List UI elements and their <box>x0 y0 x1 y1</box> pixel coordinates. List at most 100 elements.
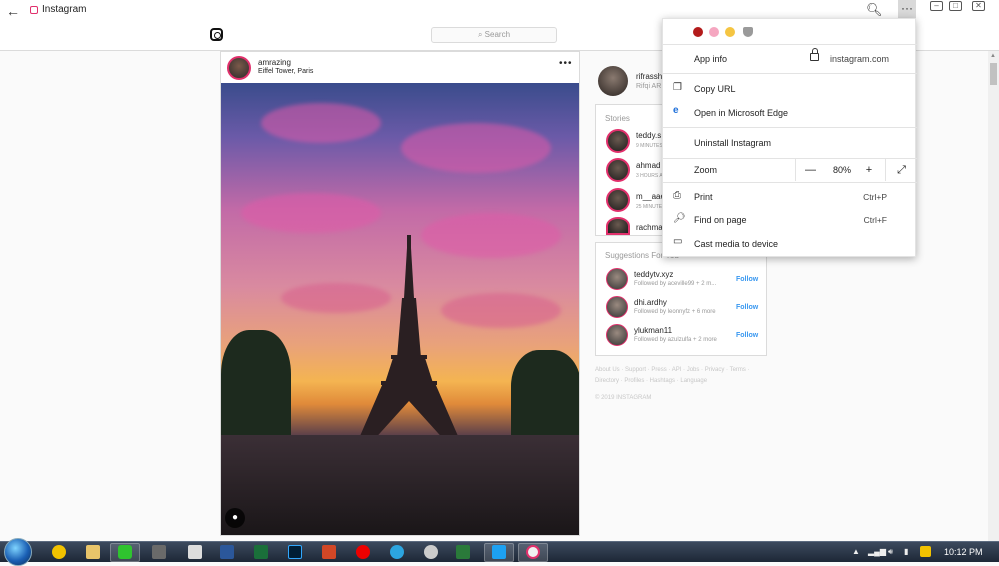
powerpoint-icon[interactable] <box>322 545 336 559</box>
suggestion-avatar[interactable] <box>606 296 628 318</box>
lock-icon <box>810 48 819 61</box>
suggestion-name[interactable]: teddytv.xyz <box>634 270 673 279</box>
notification-icon[interactable] <box>920 546 931 557</box>
story-avatar[interactable] <box>606 158 630 182</box>
edge-icon: e <box>673 105 679 116</box>
clapper-icon[interactable] <box>152 545 166 559</box>
follow-button[interactable]: Follow <box>736 304 758 311</box>
find-shortcut: Ctrl+F <box>863 215 887 225</box>
follow-button[interactable]: Follow <box>736 332 758 339</box>
smiley-extension-icon[interactable] <box>725 27 735 37</box>
file-explorer-icon[interactable] <box>86 545 100 559</box>
menu-separator <box>663 127 917 128</box>
page-scrollbar[interactable]: ▲ <box>988 51 999 541</box>
back-arrow-icon[interactable]: ← <box>6 3 20 19</box>
gray-shield-extension-icon[interactable] <box>743 27 753 37</box>
line-app-icon[interactable] <box>118 545 132 559</box>
post-author-avatar[interactable] <box>227 56 251 80</box>
restore-button[interactable]: □ <box>949 1 962 11</box>
remote-desktop-icon[interactable] <box>456 545 470 559</box>
word-icon[interactable] <box>220 545 234 559</box>
find-item[interactable]: Find on page <box>694 215 747 225</box>
post-more-icon[interactable]: ••• <box>559 58 573 69</box>
signal-icon[interactable]: ▂▄▆ <box>868 547 886 556</box>
suggestions-panel: Suggestions For You teddytv.xyz Followed… <box>595 242 767 356</box>
cast-item[interactable]: Cast media to device <box>694 239 778 249</box>
more-options-button[interactable]: ··· <box>898 0 916 20</box>
profile-username[interactable]: rifrassh <box>636 72 662 81</box>
instagram-taskbar-icon[interactable] <box>526 545 540 559</box>
instagram-favicon-icon <box>30 6 38 14</box>
stories-title: Stories <box>605 114 630 123</box>
print-shortcut: Ctrl+P <box>863 192 887 202</box>
clock[interactable]: 10:12 PM <box>944 547 983 557</box>
find-icon: 🔎︎ <box>673 213 686 224</box>
suggestion-name[interactable]: ylukman11 <box>634 326 672 335</box>
pink-extension-icon[interactable] <box>709 27 719 37</box>
crowd-image-region <box>221 435 579 535</box>
search-placeholder: Search <box>484 30 511 39</box>
battery-icon[interactable]: ▮ <box>904 547 908 556</box>
story-avatar[interactable] <box>606 129 630 153</box>
taskbar: ▲ ▂▄▆ 🔊︎ ▮ 10:12 PM <box>0 538 999 566</box>
suggestion-followed-by: Followed by aceville99 + 2 m... <box>634 281 717 287</box>
post-username[interactable]: amrazing <box>258 58 291 67</box>
scroll-thumb[interactable] <box>990 63 997 85</box>
opera-icon[interactable] <box>356 545 370 559</box>
zoom-label: Zoom <box>694 165 718 175</box>
suggestion-avatar[interactable] <box>606 268 628 290</box>
shield-extension-icon[interactable] <box>693 27 703 37</box>
app-info-item[interactable]: App info <box>694 54 727 64</box>
fullscreen-icon[interactable]: ⤢ <box>885 159 917 181</box>
open-edge-item[interactable]: Open in Microsoft Edge <box>694 108 788 118</box>
story-avatar[interactable] <box>606 188 630 212</box>
copy-url-item[interactable]: Copy URL <box>694 84 736 94</box>
site-domain: instagram.com <box>830 54 890 64</box>
zoom-in-button[interactable]: + <box>855 159 883 181</box>
minimize-button[interactable]: – <box>930 1 943 11</box>
volume-icon[interactable]: 🔊︎ <box>888 547 893 557</box>
telegram-icon[interactable] <box>390 545 404 559</box>
search-icon: ⌕ <box>477 30 485 39</box>
scroll-up-icon[interactable]: ▲ <box>990 53 996 59</box>
window-title: Instagram <box>42 4 87 15</box>
sync-icon[interactable] <box>424 545 438 559</box>
story-name[interactable]: m__aae <box>636 192 665 201</box>
post-image[interactable]: ● <box>221 83 579 535</box>
tagged-users-icon[interactable]: ● <box>225 508 245 528</box>
print-item[interactable]: Print <box>694 192 713 202</box>
suggestion-name[interactable]: dhi.ardhy <box>634 298 667 307</box>
fiddler-icon[interactable] <box>254 545 268 559</box>
follow-button[interactable]: Follow <box>736 276 758 283</box>
norton-icon[interactable] <box>52 545 66 559</box>
menu-separator <box>663 73 917 74</box>
copyright: © 2019 INSTAGRAM <box>595 395 652 401</box>
app-menu: App info instagram.com ❐ Copy URL e Open… <box>662 18 917 257</box>
search-input[interactable]: ⌕ Search <box>431 27 557 43</box>
footer-links[interactable]: About Us · Support · Press · API · Jobs … <box>595 365 770 387</box>
suggestion-followed-by: Followed by leonnyfz + 6 more <box>634 309 716 315</box>
instagram-logo-icon[interactable] <box>210 28 223 41</box>
app-window: ← Instagram 🔍︎ ··· – □ ✕ ⌕ Search amrazi… <box>0 0 999 541</box>
photoshop-icon[interactable] <box>288 545 302 559</box>
zoom-value: 80% <box>832 165 851 175</box>
menu-separator <box>663 44 917 45</box>
profile-avatar[interactable] <box>598 66 628 96</box>
suggestion-followed-by: Followed by azulzulfa + 2 more <box>634 337 717 343</box>
zoom-out-button[interactable]: — <box>795 159 825 181</box>
story-name[interactable]: teddy.s <box>636 131 661 140</box>
story-avatar[interactable] <box>606 217 630 235</box>
suggestion-avatar[interactable] <box>606 324 628 346</box>
print-icon: ⎙ <box>673 190 681 201</box>
uninstall-item[interactable]: Uninstall Instagram <box>694 138 771 148</box>
profile-fullname: Rifqi AR <box>636 83 662 90</box>
tray-expand-icon[interactable]: ▲ <box>852 547 860 556</box>
twitter-icon[interactable] <box>492 545 506 559</box>
story-name[interactable]: ahmad <box>636 161 660 170</box>
notepad-icon[interactable] <box>188 545 202 559</box>
copy-icon: ❐ <box>673 82 682 93</box>
post-location[interactable]: Eiffel Tower, Paris <box>258 68 313 75</box>
story-name[interactable]: rachma <box>636 223 663 232</box>
close-button[interactable]: ✕ <box>972 1 985 11</box>
zoom-magnifier-icon[interactable]: 🔍︎ <box>866 2 883 18</box>
